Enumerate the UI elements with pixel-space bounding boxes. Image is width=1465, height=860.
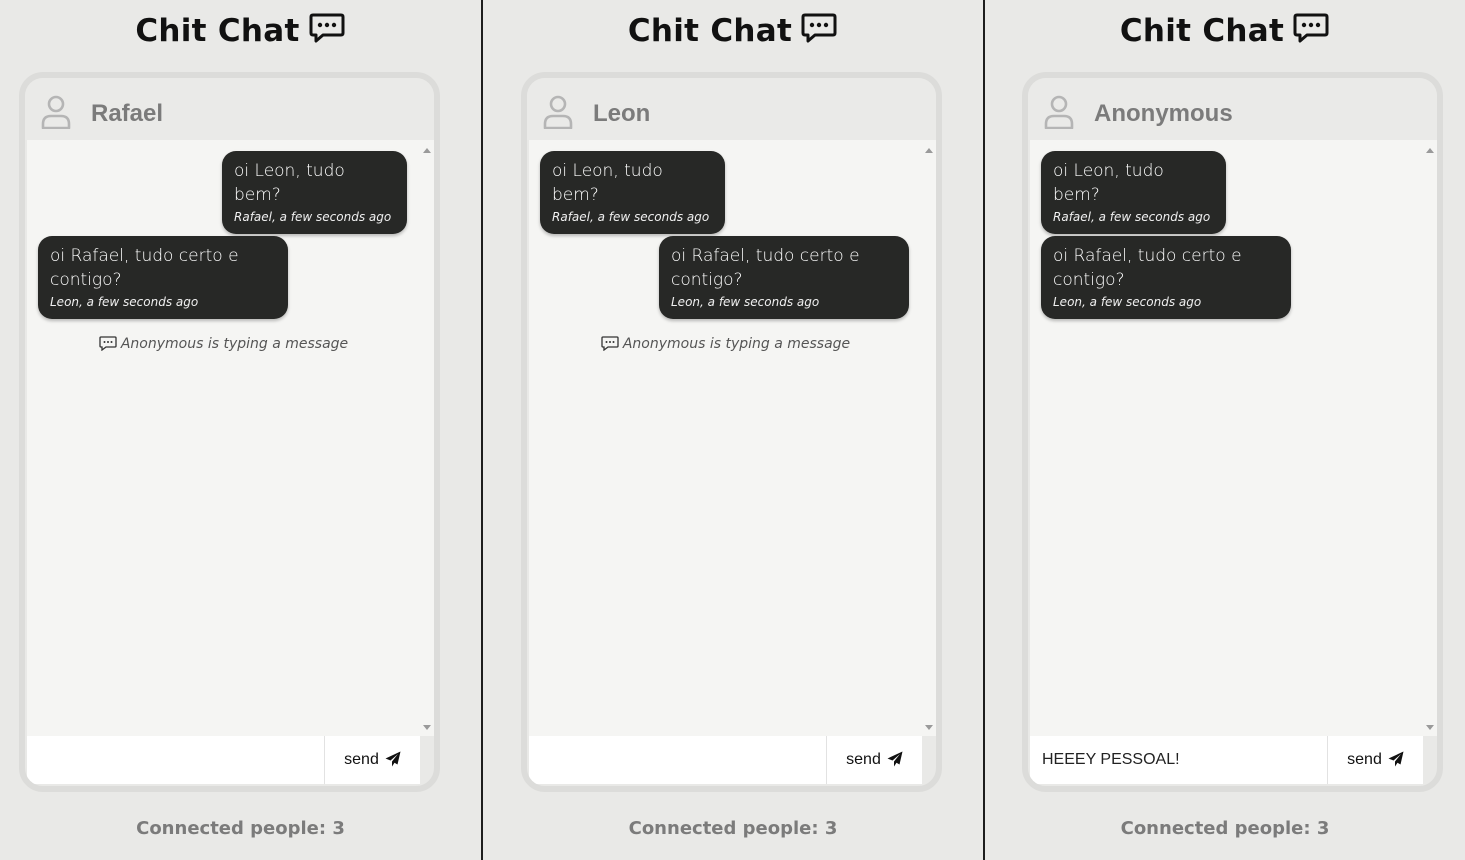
message-meta: Rafael, a few seconds ago [552, 210, 710, 224]
message-bubble: oi Leon, tudo bem? Rafael, a few seconds… [1041, 151, 1226, 234]
message-list[interactable]: oi Leon, tudo bem? Rafael, a few seconds… [1030, 140, 1423, 736]
chat-header: Rafael [25, 78, 434, 140]
message-bubble: oi Leon, tudo bem? Rafael, a few seconds… [222, 151, 407, 234]
message-meta: Leon, a few seconds ago [1053, 295, 1202, 309]
message-meta: Leon, a few seconds ago [671, 295, 820, 309]
send-label: send [846, 751, 881, 768]
chat-card: Leon oi Leon, tudo bem? Rafael, a few se… [521, 72, 942, 792]
send-button[interactable]: send [826, 736, 922, 784]
app-title-text: Chit Chat [627, 13, 793, 49]
message-input[interactable] [1030, 736, 1327, 784]
message-composer: send [27, 736, 420, 784]
scrollbar[interactable] [922, 140, 936, 736]
message-meta: Leon, a few seconds ago [50, 295, 199, 309]
connected-count: Connected people: 3 [628, 818, 838, 839]
message-text: oi Rafael, tudo certo e contigo? [1053, 246, 1242, 290]
chat-card: Rafael oi Leon, tudo bem? Rafael, a few … [19, 72, 440, 792]
speech-bubble-dots-icon [1293, 13, 1329, 43]
message-bubble: oi Rafael, tudo certo e contigo? Leon, a… [1041, 236, 1291, 319]
user-avatar-icon [543, 95, 573, 129]
paper-plane-icon [887, 751, 903, 767]
chat-panel-anonymous: Chit Chat Anonymous oi Leon, tudo bem? R… [985, 0, 1465, 860]
message-meta: Rafael, a few seconds ago [1053, 210, 1211, 224]
user-avatar-icon [1044, 95, 1074, 129]
message-bubble: oi Rafael, tudo certo e contigo? Leon, a… [38, 236, 288, 319]
send-label: send [344, 751, 379, 768]
app-title: Chit Chat [0, 12, 481, 49]
paper-plane-icon [385, 751, 401, 767]
message-list[interactable]: oi Leon, tudo bem? Rafael, a few seconds… [27, 140, 420, 736]
speech-bubble-dots-icon [99, 336, 117, 352]
user-avatar-icon [41, 95, 71, 129]
message-input[interactable] [27, 736, 324, 784]
chat-card: Anonymous oi Leon, tudo bem? Rafael, a f… [1022, 72, 1443, 792]
user-name: Leon [593, 100, 651, 127]
send-label: send [1347, 751, 1382, 768]
user-name: Rafael [91, 100, 164, 127]
typing-text: Anonymous is typing a message [622, 336, 851, 352]
send-button[interactable]: send [1327, 736, 1423, 784]
message-list[interactable]: oi Leon, tudo bem? Rafael, a few seconds… [529, 140, 922, 736]
scroll-up-arrow[interactable] [1426, 148, 1434, 153]
chat-header: Anonymous [1028, 78, 1437, 140]
connected-count: Connected people: 3 [1120, 818, 1330, 839]
message-text: oi Leon, tudo bem? [234, 161, 345, 205]
connected-count: Connected people: 3 [136, 818, 345, 839]
chat-header: Leon [527, 78, 936, 140]
chat-panel-rafael: Chit Chat Rafael oi Leon, tudo bem? Rafa… [0, 0, 481, 860]
typing-text: Anonymous is typing a message [120, 336, 349, 352]
message-composer: send [1030, 736, 1423, 784]
message-text: oi Leon, tudo bem? [552, 161, 663, 205]
scroll-down-arrow[interactable] [925, 725, 933, 730]
scroll-up-arrow[interactable] [925, 148, 933, 153]
message-text: oi Rafael, tudo certo e contigo? [50, 246, 239, 290]
speech-bubble-dots-icon [601, 336, 619, 352]
scrollbar[interactable] [1423, 140, 1437, 736]
message-bubble: oi Leon, tudo bem? Rafael, a few seconds… [540, 151, 725, 234]
scroll-up-arrow[interactable] [423, 148, 431, 153]
typing-indicator: Anonymous is typing a message [529, 336, 922, 352]
paper-plane-icon [1388, 751, 1404, 767]
chat-panel-leon: Chit Chat Leon oi Leon, tudo bem? Rafael… [483, 0, 983, 860]
scroll-down-arrow[interactable] [1426, 725, 1434, 730]
message-text: oi Rafael, tudo certo e contigo? [671, 246, 860, 290]
scrollbar[interactable] [420, 140, 434, 736]
typing-indicator: Anonymous is typing a message [27, 336, 420, 352]
speech-bubble-dots-icon [801, 13, 837, 43]
app-title: Chit Chat [985, 12, 1465, 49]
send-button[interactable]: send [324, 736, 420, 784]
user-name: Anonymous [1094, 100, 1233, 127]
app-title-text: Chit Chat [1119, 13, 1285, 49]
message-meta: Rafael, a few seconds ago [234, 210, 392, 224]
message-composer: send [529, 736, 922, 784]
app-title: Chit Chat [483, 12, 983, 49]
message-input[interactable] [529, 736, 826, 784]
app-title-text: Chit Chat [135, 13, 300, 49]
message-text: oi Leon, tudo bem? [1053, 161, 1164, 205]
message-bubble: oi Rafael, tudo certo e contigo? Leon, a… [659, 236, 909, 319]
speech-bubble-dots-icon [309, 13, 345, 43]
scroll-down-arrow[interactable] [423, 725, 431, 730]
